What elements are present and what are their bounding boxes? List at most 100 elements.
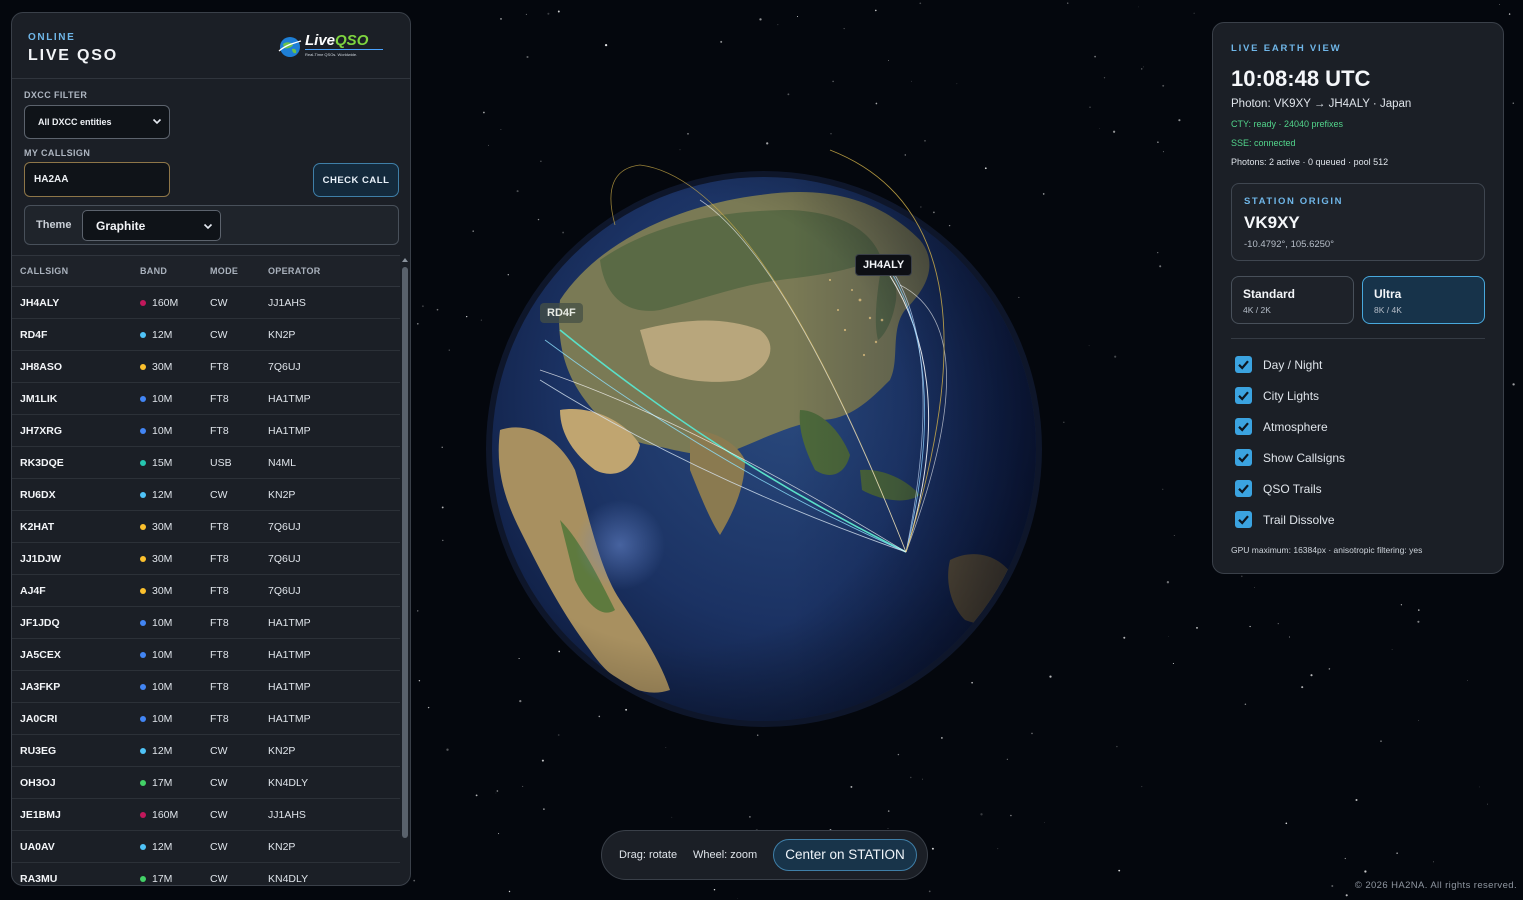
table-row[interactable]: JJ1DJW 30M FT8 7Q6UJ xyxy=(12,543,400,575)
table-row[interactable]: JH8ASO 30M FT8 7Q6UJ xyxy=(12,351,400,383)
checkbox-checked-icon[interactable] xyxy=(1235,449,1252,466)
utc-clock: 10:08:48 UTC xyxy=(1231,66,1371,91)
band-dot-icon xyxy=(140,588,146,594)
row-mode: CW xyxy=(210,329,228,341)
theme-label: Theme xyxy=(36,219,72,231)
table-row[interactable]: JA3FKP 10M FT8 HA1TMP xyxy=(12,671,400,703)
row-mode: CW xyxy=(210,809,228,821)
col-mode[interactable]: MODE xyxy=(210,266,238,276)
row-callsign: JH7XRG xyxy=(20,425,63,437)
col-callsign[interactable]: CALLSIGN xyxy=(20,266,68,276)
scroll-up-icon[interactable] xyxy=(402,257,408,263)
row-callsign: OH3OJ xyxy=(20,777,56,789)
row-callsign: JM1LIK xyxy=(20,393,58,405)
row-band: 15M xyxy=(140,457,172,469)
table-row[interactable]: JA0CRI 10M FT8 HA1TMP xyxy=(12,703,400,735)
gpu-info: GPU maximum: 16384px · anisotropic filte… xyxy=(1231,545,1423,555)
row-band: 30M xyxy=(140,361,172,373)
table-row[interactable]: RU3EG 12M CW KN2P xyxy=(12,735,400,767)
row-callsign: RA3MU xyxy=(20,873,58,885)
checkbox-checked-icon[interactable] xyxy=(1235,356,1252,373)
col-operator[interactable]: OPERATOR xyxy=(268,266,321,276)
qso-table: CALLSIGN BAND MODE OPERATOR JH4ALY 160M CW… xyxy=(12,255,400,885)
row-operator: 7Q6UJ xyxy=(268,521,301,533)
table-row[interactable]: K2HAT 30M FT8 7Q6UJ xyxy=(12,511,400,543)
row-mode: CW xyxy=(210,489,228,501)
station-origin-card: STATION ORIGIN VK9XY -10.4792°, 105.6250… xyxy=(1231,183,1485,261)
table-row[interactable]: RD4F 12M CW KN2P xyxy=(12,319,400,351)
row-band: 17M xyxy=(140,873,172,885)
my-callsign-input[interactable]: HA2AA xyxy=(24,162,170,197)
table-row[interactable]: UA0AV 12M CW KN2P xyxy=(12,831,400,863)
table-row[interactable]: JF1JDQ 10M FT8 HA1TMP xyxy=(12,607,400,639)
col-band[interactable]: BAND xyxy=(140,266,167,276)
row-mode: CW xyxy=(210,297,228,309)
globe-label-jh4aly[interactable]: JH4ALY xyxy=(855,254,913,276)
row-callsign: JA5CEX xyxy=(20,649,61,661)
band-dot-icon xyxy=(140,620,146,626)
row-operator: KN2P xyxy=(268,745,296,757)
row-band: 12M xyxy=(140,745,172,757)
row-mode: USB xyxy=(210,457,232,469)
checkbox-checked-icon[interactable] xyxy=(1235,387,1252,404)
row-callsign: JA3FKP xyxy=(20,681,61,693)
band-dot-icon xyxy=(140,844,146,850)
band-dot-icon xyxy=(140,492,146,498)
row-band: 10M xyxy=(140,649,172,661)
qso-list-panel: ONLINE LIVE QSO LiveQSO Real-Time QSOs. … xyxy=(11,12,411,886)
globe-label-rd4f[interactable]: RD4F xyxy=(540,303,583,323)
table-row[interactable]: JM1LIK 10M FT8 HA1TMP xyxy=(12,383,400,415)
table-row[interactable]: AJ4F 30M FT8 7Q6UJ xyxy=(12,575,400,607)
table-row[interactable]: JE1BMJ 160M CW JJ1AHS xyxy=(12,799,400,831)
row-callsign: JJ1DJW xyxy=(20,553,61,565)
checkbox-checked-icon[interactable] xyxy=(1235,418,1252,435)
theme-control: Theme Graphite xyxy=(24,205,399,245)
row-band: 17M xyxy=(140,777,172,789)
row-callsign: RK3DQE xyxy=(20,457,64,469)
row-mode: CW xyxy=(210,841,228,853)
station-callsign: VK9XY xyxy=(1244,213,1300,232)
band-dot-icon xyxy=(140,876,146,882)
table-row[interactable]: JH4ALY 160M CW JJ1AHS xyxy=(12,287,400,319)
sse-status: SSE: connected xyxy=(1231,138,1296,148)
row-mode: FT8 xyxy=(210,553,229,565)
band-dot-icon xyxy=(140,684,146,690)
quality-standard-button[interactable]: Standard 4K / 2K xyxy=(1231,276,1354,324)
band-dot-icon xyxy=(140,460,146,466)
quality-ultra-button[interactable]: Ultra 8K / 4K xyxy=(1362,276,1485,324)
row-operator: HA1TMP xyxy=(268,617,311,629)
table-row[interactable]: RA3MU 17M CW KN4DLY xyxy=(12,863,400,885)
row-callsign: JH8ASO xyxy=(20,361,63,373)
row-mode: FT8 xyxy=(210,361,229,373)
row-operator: 7Q6UJ xyxy=(268,585,301,597)
center-on-station-button[interactable]: Center on STATION xyxy=(773,839,917,871)
band-dot-icon xyxy=(140,812,146,818)
photon-route: Photon: VK9XY → JH4ALY · Japan xyxy=(1231,98,1412,110)
band-dot-icon xyxy=(140,428,146,434)
table-row[interactable]: OH3OJ 17M CW KN4DLY xyxy=(12,767,400,799)
check-call-button[interactable]: CHECK CALL xyxy=(313,163,399,197)
band-dot-icon xyxy=(140,364,146,370)
table-scrollbar[interactable] xyxy=(402,267,408,838)
row-mode: FT8 xyxy=(210,425,229,437)
row-band: 10M xyxy=(140,425,172,437)
row-band: 10M xyxy=(140,393,172,405)
checkbox-checked-icon[interactable] xyxy=(1235,480,1252,497)
table-row[interactable]: RU6DX 12M CW KN2P xyxy=(12,479,400,511)
cty-status: CTY: ready · 24040 prefixes xyxy=(1231,119,1344,129)
band-dot-icon xyxy=(140,524,146,530)
checkbox-checked-icon[interactable] xyxy=(1235,511,1252,528)
table-row[interactable]: JH7XRG 10M FT8 HA1TMP xyxy=(12,415,400,447)
row-callsign: JE1BMJ xyxy=(20,809,61,821)
table-row[interactable]: JA5CEX 10M FT8 HA1TMP xyxy=(12,639,400,671)
row-band: 10M xyxy=(140,617,172,629)
row-band: 160M xyxy=(140,297,178,309)
table-row[interactable]: RK3DQE 15M USB N4ML xyxy=(12,447,400,479)
theme-select[interactable]: Graphite xyxy=(82,210,221,241)
band-dot-icon xyxy=(140,300,146,306)
row-mode: FT8 xyxy=(210,713,229,725)
row-operator: HA1TMP xyxy=(268,649,311,661)
row-mode: CW xyxy=(210,745,228,757)
band-dot-icon xyxy=(140,396,146,402)
dxcc-filter-select[interactable]: All DXCC entities xyxy=(24,105,170,139)
